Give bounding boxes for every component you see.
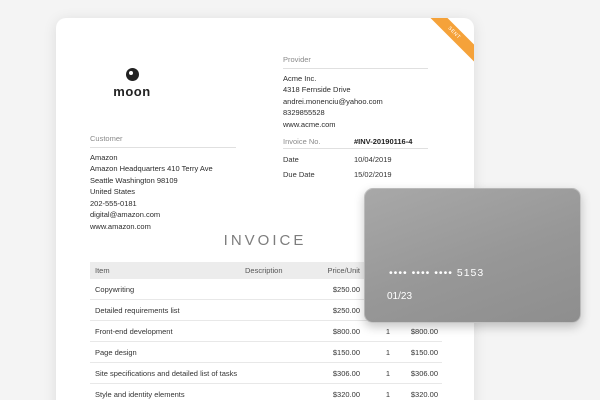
- table-row: Site specifications and detailed list of…: [90, 363, 442, 384]
- row-item: Site specifications and detailed list of…: [95, 368, 238, 378]
- table-row: Front-end development $800.00 1 $800.00: [90, 321, 442, 342]
- provider-email: andrei.monenciu@yahoo.com: [283, 96, 383, 106]
- invoice-date-label: Date: [283, 155, 299, 164]
- row-item: Copywriting: [95, 284, 135, 294]
- row-price: $150.00: [332, 347, 360, 357]
- due-date-row: Due Date 15/02/2019: [283, 167, 428, 182]
- row-item: Style and identity elements: [95, 389, 185, 399]
- moon-icon: [125, 68, 139, 81]
- customer-website: www.amazon.com: [90, 221, 151, 231]
- row-qty: 1: [385, 347, 390, 357]
- invoice-date: 10/04/2019: [354, 155, 392, 164]
- invoice-meta: Invoice No. #INV-20190116-4 Date 10/04/2…: [283, 135, 428, 182]
- header-item: Item: [95, 266, 110, 275]
- header-description: Description: [245, 266, 283, 275]
- logo-text: moon: [113, 84, 151, 99]
- row-total: $800.00: [410, 326, 438, 336]
- card-expiry: 01/23: [387, 291, 413, 302]
- header-price: Price/Unit: [327, 266, 360, 275]
- status-ribbon: SENT: [430, 18, 474, 62]
- row-qty: 1: [385, 368, 390, 378]
- customer-heading: Customer: [90, 133, 236, 148]
- invoice-number: #INV-20190116-4: [354, 137, 413, 146]
- due-date-label: Due Date: [283, 170, 315, 179]
- customer-address: Amazon Headquarters 410 Terry Ave: [90, 164, 213, 173]
- row-price: $800.00: [332, 326, 360, 336]
- row-total: $320.00: [410, 389, 438, 399]
- customer-email: digital@amazon.com: [90, 210, 161, 219]
- row-price: $250.00: [332, 284, 360, 294]
- table-row: Style and identity elements $320.00 1 $3…: [90, 384, 442, 400]
- row-qty: 1: [385, 326, 390, 336]
- customer-name: Amazon: [90, 152, 118, 162]
- invoice-number-row: Invoice No. #INV-20190116-4: [283, 135, 428, 149]
- status-badge: SENT: [430, 18, 474, 62]
- credit-card: •••• •••• •••• 5153 01/23: [364, 188, 581, 323]
- customer-city: Seattle Washington 98109: [90, 175, 178, 185]
- row-total: $150.00: [410, 347, 438, 357]
- invoice-number-label: Invoice No.: [283, 137, 321, 146]
- customer-block: Customer Amazon Amazon Headquarters 410 …: [90, 133, 236, 232]
- stage: SENT moon Provider Acme Inc. 4318 Fernsi…: [0, 0, 600, 400]
- provider-block: Provider Acme Inc. 4318 Fernside Drive a…: [283, 54, 428, 130]
- provider-website: www.acme.com: [283, 119, 336, 129]
- provider-heading: Provider: [283, 54, 428, 69]
- card-number: •••• •••• •••• 5153: [389, 267, 485, 279]
- row-price: $320.00: [332, 389, 360, 399]
- provider-address: 4318 Fernside Drive: [283, 85, 351, 94]
- provider-phone: 8329855528: [283, 108, 325, 117]
- provider-name: Acme Inc.: [283, 73, 317, 83]
- row-price: $306.00: [332, 368, 360, 378]
- company-logo: moon: [110, 68, 154, 99]
- row-item: Detailed requirements list: [95, 305, 180, 315]
- row-total: $306.00: [410, 368, 438, 378]
- due-date: 15/02/2019: [354, 170, 392, 179]
- row-price: $250.00: [332, 305, 360, 315]
- row-item: Front-end development: [95, 326, 173, 336]
- invoice-date-row: Date 10/04/2019: [283, 152, 428, 167]
- customer-phone: 202-555-0181: [90, 198, 137, 208]
- row-item: Page design: [95, 347, 137, 357]
- row-qty: 1: [385, 389, 390, 399]
- table-row: Page design $150.00 1 $150.00: [90, 342, 442, 363]
- customer-country: United States: [90, 187, 136, 196]
